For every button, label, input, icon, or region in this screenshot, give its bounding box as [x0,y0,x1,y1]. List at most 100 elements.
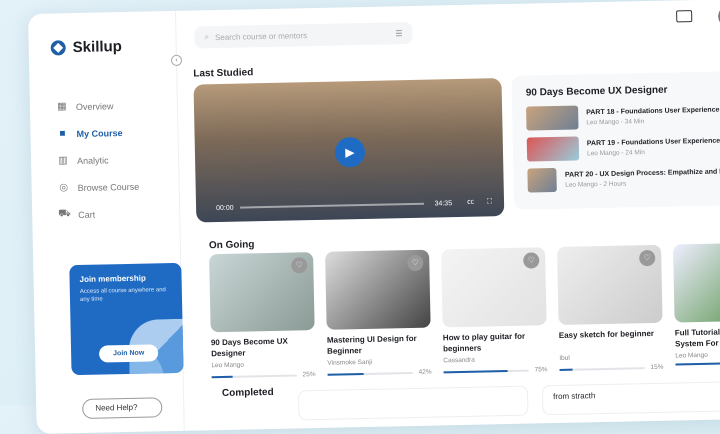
course-title: How to play guitar for beginners [442,331,526,354]
sidebar-item-my-course[interactable]: ■ My Course [56,119,138,148]
captions-icon[interactable]: ㏄ [467,197,474,207]
completed-card[interactable]: from stracth [541,380,720,416]
nav-label: Overview [75,100,114,112]
join-now-button[interactable]: Join Now [98,344,159,363]
sidebar-nav: ▦ Overview ■ My Course ▥ Analytic ◎ Browse C… [56,92,140,229]
lesson-meta: Leo Mango - 2 Hours [565,180,627,189]
course-thumbnail: ♡ [556,244,663,325]
fullscreen-icon[interactable]: ⛶ [487,198,492,206]
play-icon[interactable]: ▶ [334,136,366,168]
need-help-button[interactable]: Need Help? [82,397,163,419]
video-seek-bar[interactable] [240,202,425,209]
heart-icon[interactable]: ♡ [523,252,540,269]
completed-title: from stracth [553,391,596,402]
nav-label: My Course [76,127,123,139]
course-progress: 25% [211,371,316,380]
lesson-title: PART 20 - UX Design Process: Empathize a… [564,168,720,179]
cart-icon: ⛟ [58,208,71,220]
course-thumbnail: ♡ [441,247,547,328]
course-progress: 42% [327,368,432,378]
progress-track [559,366,645,371]
grid-icon: ▦ [57,101,67,113]
ongoing-courses: ♡ 90 Days Become UX Designer Leo Mango 2… [209,242,720,380]
sidebar-item-analytic[interactable]: ▥ Analytic [57,146,139,175]
course-title: Mastering UI Design for Beginner [326,333,417,356]
search-input[interactable]: Search course or mentors [215,31,307,42]
progress-percent: 25% [302,371,316,379]
total-time: 34:35 [434,200,453,208]
nav-label: Analytic [76,154,109,166]
playlist-item[interactable]: PART 18 - Foundations User Experience Leo… [526,102,720,131]
heart-icon[interactable]: ♡ [291,257,308,274]
progress-track [443,369,529,373]
current-time: 00:00 [216,204,234,213]
membership-promo: Join membership Access all course anywhe… [69,262,184,376]
progress-percent: 15% [650,363,664,372]
course-title: Full Tutorial Design System For [674,327,720,349]
lesson-thumbnail [526,136,580,162]
course-card[interactable]: ♡ Full Tutorial Design System For Leo Ma… [672,242,720,370]
collapse-sidebar-button[interactable]: ‹ [170,54,183,67]
progress-track [327,371,413,376]
completed-card[interactable] [297,385,529,421]
playlist-title: 90 Days Become UX Designer [525,84,668,99]
search-bar[interactable]: ⌕ Search course or mentors ☰ [194,21,413,49]
course-author: Ibul [559,354,570,362]
ongoing-heading: On Going [208,239,255,252]
course-title: Easy sketch for beginner [558,328,655,340]
video-player[interactable]: ▶ 00:00 34:35 ㏄ ⛶ [193,78,505,223]
completed-heading: Completed [221,386,274,400]
course-progress: 15% [559,363,664,373]
lesson-thumbnail [527,167,558,193]
progress-percent: 75% [534,366,548,374]
promo-title: Join membership [79,273,146,284]
course-title: 90 Days Become UX Designer [210,336,288,359]
lesson-title: PART 18 - Foundations User Experience [586,106,720,116]
compass-icon: ◎ [59,182,69,194]
heart-icon[interactable]: ♡ [639,249,656,267]
lesson-meta: Leo Mango - 24 Min [586,148,645,157]
progress-track [675,361,720,366]
help-label: Need Help? [95,402,138,413]
progress-fill [327,372,364,376]
progress-track [211,373,297,378]
logo[interactable]: Skillup [50,38,122,56]
lesson-meta: Leo Mango - 34 Min [586,117,645,126]
nav-label: Cart [78,209,96,220]
course-author: Vinsmoke Sanji [327,358,373,367]
filter-icon[interactable]: ☰ [395,29,402,38]
heart-icon[interactable]: ♡ [407,254,424,272]
promo-text: Access all course anywhere and any time [79,287,166,303]
app-window: Skillup ▦ Overview ■ My Course ▥ Analytic ◎… [28,0,720,434]
search-icon: ⌕ [204,32,210,42]
lesson-thumbnail [526,105,579,131]
lesson-title: PART 19 - Foundations User Experience [586,137,720,147]
course-card[interactable]: ♡ How to play guitar for beginners Cassa… [441,247,548,375]
progress-percent: 42% [418,368,432,376]
nav-label: Browse Course [77,181,140,193]
sidebar-item-browse-course[interactable]: ◎ Browse Course [57,173,139,202]
playlist-item[interactable]: PART 20 - UX Design Process: Empathize a… [527,164,720,193]
course-progress: 75% [443,366,548,375]
progress-fill [443,369,508,373]
course-card[interactable]: ♡ Easy sketch for beginner Ibul 15% [556,244,664,373]
course-progress [675,361,720,366]
chart-icon: ▥ [58,155,68,167]
course-author: Cassandra [443,356,475,365]
sidebar-item-cart[interactable]: ⛟ Cart [58,200,140,229]
progress-fill [675,362,720,366]
course-thumbnail: ♡ [672,242,720,323]
progress-fill [559,368,573,371]
progress-fill [211,375,233,378]
sidebar-item-overview[interactable]: ▦ Overview [56,92,138,121]
course-card[interactable]: ♡ Mastering UI Design for Beginner Vinsm… [325,249,432,378]
course-playlist: 90 Days Become UX Designer PART 18 - Fou… [511,70,720,210]
course-author: Leo Mango [675,351,708,360]
course-card[interactable]: ♡ 90 Days Become UX Designer Leo Mango 2… [209,252,316,380]
last-studied-heading: Last Studied [193,67,254,80]
course-thumbnail: ♡ [325,249,431,330]
video-icon: ■ [59,128,66,140]
playlist-item[interactable]: PART 19 - Foundations User Experience Leo… [526,133,720,162]
mail-icon[interactable] [676,10,693,23]
logo-icon [50,40,66,56]
